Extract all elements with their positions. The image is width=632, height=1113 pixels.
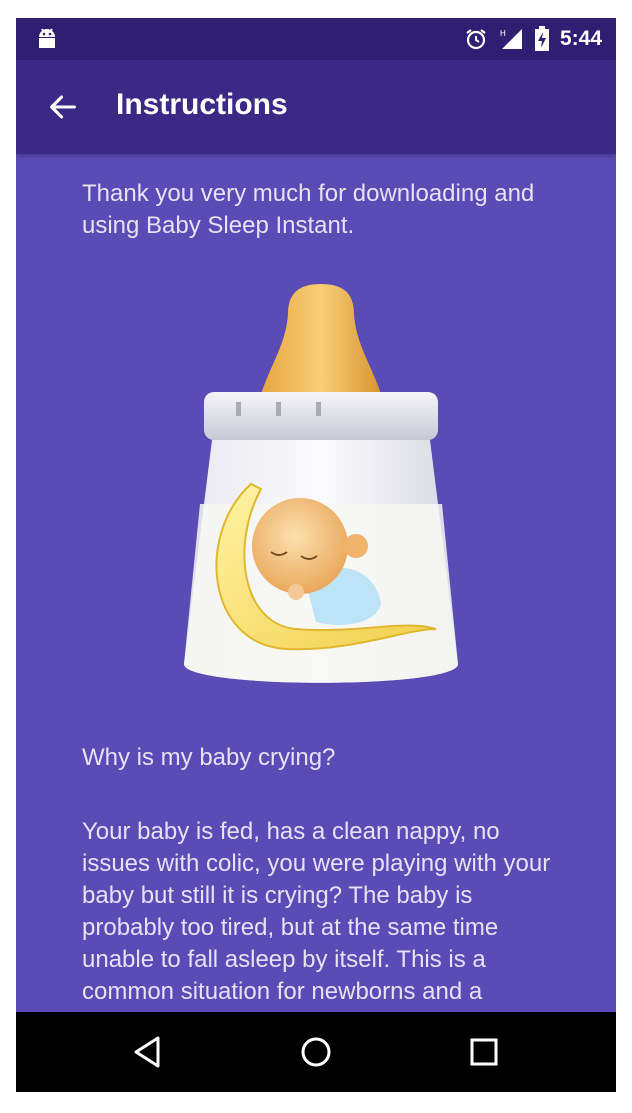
android-icon — [39, 28, 55, 48]
app-bar: Instructions — [16, 60, 616, 154]
home-circle-icon[interactable] — [296, 1032, 336, 1072]
status-icons: H 5:44 — [464, 18, 602, 60]
status-bar: H 5:44 — [16, 18, 616, 60]
page-title: Instructions — [116, 88, 288, 121]
instructions-content[interactable]: Thank you very much for downloading and … — [16, 154, 616, 1012]
status-time: 5:44 — [559, 27, 602, 50]
alarm-icon — [466, 29, 486, 50]
arrow-left-icon[interactable] — [46, 90, 80, 124]
question-heading: Why is my baby crying? — [82, 744, 336, 771]
svg-text:H: H — [500, 29, 506, 38]
battery-charging-icon — [534, 26, 549, 51]
answer-paragraph: Your baby is fed, has a clean nappy, no … — [82, 818, 551, 1012]
baby-bottle-sleeping-baby-illustration — [184, 284, 458, 683]
phone-screen: H 5:44 Instructions Thank you very much … — [16, 18, 616, 1092]
navigation-bar — [16, 1012, 616, 1092]
back-triangle-icon[interactable] — [128, 1032, 168, 1072]
recents-square-icon[interactable] — [464, 1032, 504, 1072]
signal-icon: H — [500, 29, 522, 49]
intro-text: Thank you very much for downloading and … — [82, 180, 535, 239]
